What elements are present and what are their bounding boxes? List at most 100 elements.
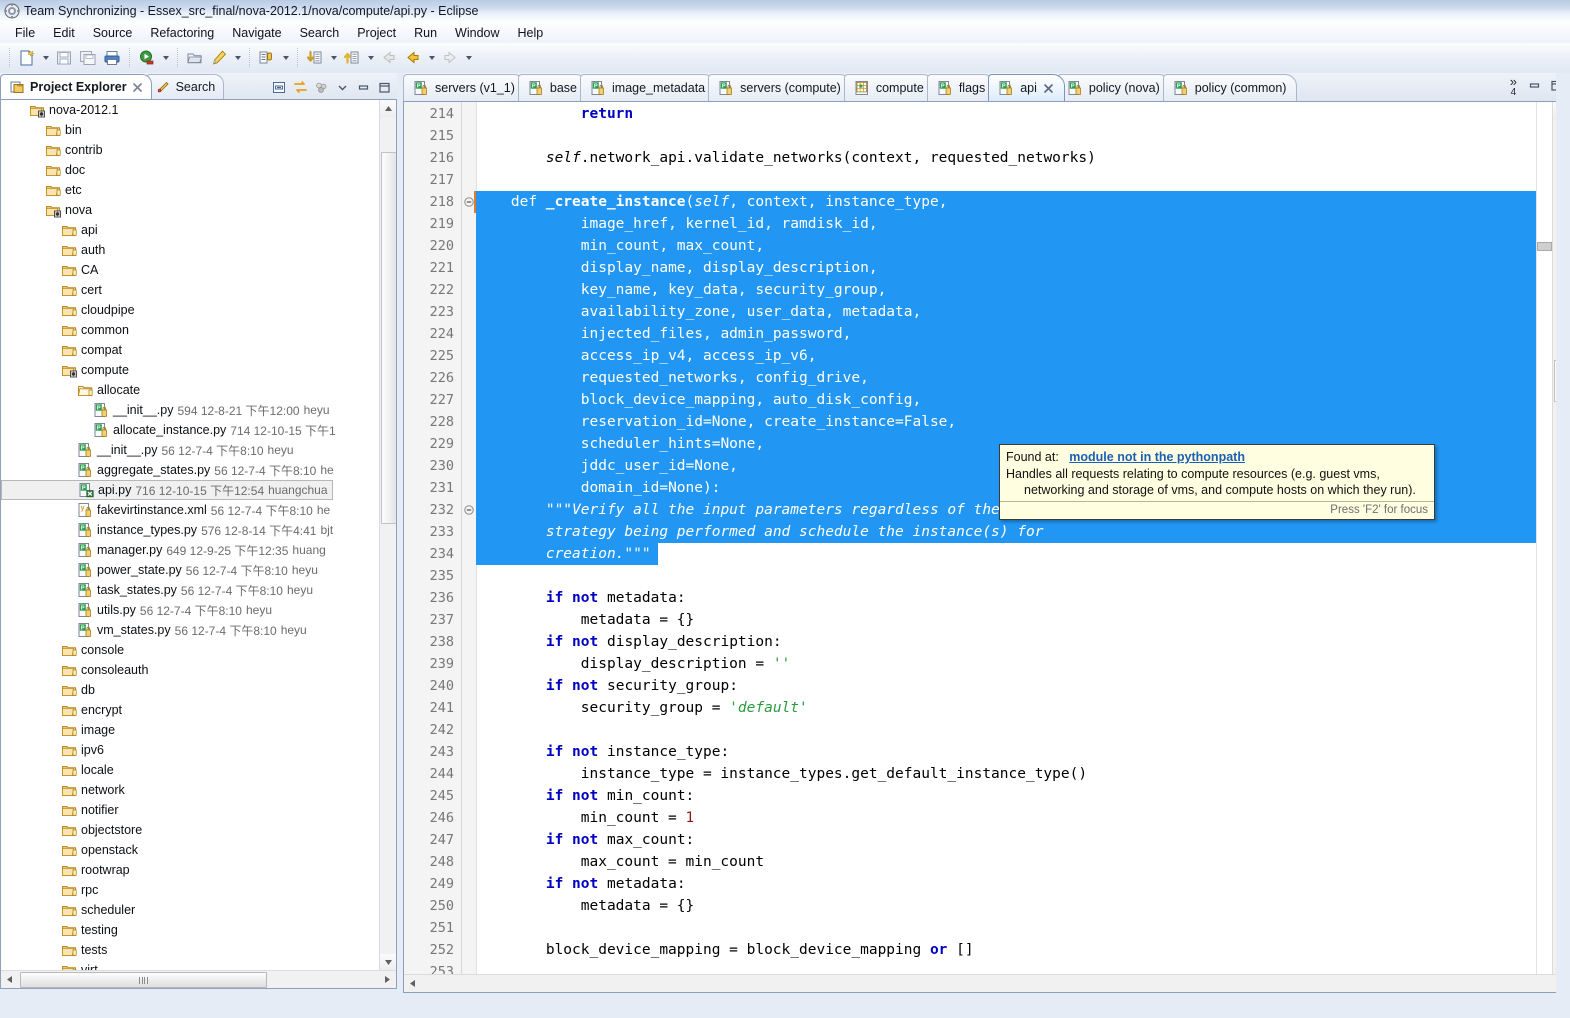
code-line[interactable]: metadata = {}	[476, 895, 1536, 917]
collapse-all-button[interactable]	[270, 78, 289, 97]
overview-marker[interactable]	[1537, 242, 1552, 251]
menu-edit[interactable]: Edit	[44, 24, 84, 42]
code-line[interactable]: reservation_id=None, create_instance=Fal…	[476, 411, 1536, 433]
tree-row[interactable]: consoleauth	[1, 660, 380, 680]
menu-refactoring[interactable]: Refactoring	[141, 24, 223, 42]
tree-row[interactable]: Ptask_states.py 56 12-7-4 下午8:10 heyu	[1, 580, 380, 600]
view-tab-project-explorer[interactable]: Project Explorer	[0, 74, 152, 99]
code-line[interactable]: block_device_mapping, auto_disk_config,	[476, 389, 1536, 411]
tree-row-selected[interactable]: Papi.py 716 12-10-15 下午12:54 huangchua	[1, 480, 333, 500]
scroll-thumb[interactable]	[381, 152, 396, 524]
close-icon[interactable]	[1043, 83, 1054, 94]
new-wizard-button[interactable]	[15, 46, 39, 70]
tree-row[interactable]: P __init__.py 56 12-7-4 下午8:10 heyu	[1, 440, 380, 460]
code-line[interactable]: display_description = ''	[476, 653, 1536, 675]
close-icon[interactable]	[132, 82, 143, 93]
previous-edit-dropdown[interactable]	[364, 46, 377, 70]
code-line[interactable]: security_group = 'default'	[476, 697, 1536, 719]
editor-tab-policy-common-[interactable]: Ppolicy (common)	[1162, 74, 1298, 101]
tree-row[interactable]: db	[1, 680, 380, 700]
tree-row[interactable]: tests	[1, 940, 380, 960]
code-line[interactable]: access_ip_v4, access_ip_v6,	[476, 345, 1536, 367]
tree-row[interactable]: Pvm_states.py 56 12-7-4 下午8:10 heyu	[1, 620, 380, 640]
code-line[interactable]	[476, 961, 1536, 975]
previous-edit-button[interactable]	[340, 46, 364, 70]
code-line[interactable]: self.network_api.validate_networks(conte…	[476, 147, 1536, 169]
tree-row[interactable]: etc	[1, 180, 380, 200]
tree-row[interactable]: cloudpipe	[1, 300, 380, 320]
code-line[interactable]	[476, 125, 1536, 147]
tree-row[interactable]: cert	[1, 280, 380, 300]
editor-tab-image-metadata[interactable]: Pimage_metadata	[580, 74, 717, 101]
overview-ruler[interactable]	[1536, 102, 1553, 975]
tree-row[interactable]: P __init__.py 594 12-8-21 下午12:00 heyu	[1, 400, 380, 420]
tree-row[interactable]: Putils.py 56 12-7-4 下午8:10 heyu	[1, 600, 380, 620]
tree-row[interactable]: allocate	[1, 380, 380, 400]
code-line[interactable]: injected_files, admin_password,	[476, 323, 1536, 345]
tree-row[interactable]: bin	[1, 120, 380, 140]
code-line[interactable]	[476, 169, 1536, 191]
back-button[interactable]	[401, 46, 425, 70]
pythonpath-link[interactable]: module not in the pythonpath	[1069, 450, 1245, 464]
run-button[interactable]	[135, 46, 159, 70]
tree-row[interactable]: common	[1, 320, 380, 340]
editor-tab-api[interactable]: Papi	[988, 74, 1065, 101]
editor-tab-servers-v1-1-[interactable]: Pservers (v1_1)	[403, 74, 526, 101]
tree-row[interactable]: console	[1, 640, 380, 660]
tree-row[interactable]: image	[1, 720, 380, 740]
menu-run[interactable]: Run	[405, 24, 446, 42]
save-all-button[interactable]	[76, 46, 100, 70]
editor-horizontal-scrollbar[interactable]	[404, 974, 1569, 992]
tree-row[interactable]: network	[1, 780, 380, 800]
tree-row[interactable]: doc	[1, 160, 380, 180]
code-line[interactable]: def _create_instance(self, context, inst…	[476, 191, 1536, 213]
source-editor[interactable]: 214 215 216 217 218 219 220 221 222 223 224 225 226 2…	[403, 101, 1570, 993]
tree-row[interactable]: CA	[1, 260, 380, 280]
next-edit-dropdown[interactable]	[327, 46, 340, 70]
code-line[interactable]	[476, 565, 1536, 587]
tree-row[interactable]: testing	[1, 920, 380, 940]
menu-search[interactable]: Search	[291, 24, 349, 42]
fold-toggle[interactable]	[462, 499, 476, 521]
tree-row[interactable]: locale	[1, 760, 380, 780]
tree-row[interactable]: openstack	[1, 840, 380, 860]
editor-tab-base[interactable]: Pbase	[517, 74, 588, 101]
tree-row[interactable]: objectstore	[1, 820, 380, 840]
code-line[interactable]: strategy being performed and schedule th…	[476, 521, 1536, 543]
scroll-track[interactable]	[421, 975, 1569, 992]
external-tools-button[interactable]	[207, 46, 231, 70]
tree-row[interactable]: compute	[1, 360, 380, 380]
scroll-right-button[interactable]	[379, 971, 396, 988]
maximize-view-button[interactable]	[375, 78, 394, 97]
tree-row[interactable]: notifier	[1, 800, 380, 820]
scroll-thumb[interactable]	[20, 972, 267, 988]
menu-navigate[interactable]: Navigate	[223, 24, 290, 42]
editor-tab-compute[interactable]: compute	[843, 74, 935, 101]
tree-row[interactable]: rpc	[1, 880, 380, 900]
tree-row[interactable]: nova-2012.1	[1, 100, 380, 120]
code-line[interactable]: creation."""	[476, 543, 1536, 565]
code-line[interactable]: if not instance_type:	[476, 741, 1536, 763]
forward-dropdown[interactable]	[462, 46, 475, 70]
code-line[interactable]: display_name, display_description,	[476, 257, 1536, 279]
code-line[interactable]: if not metadata:	[476, 587, 1536, 609]
tree-row[interactable]: y fakevirtinstance.xml 56 12-7-4 下午8:10 he	[1, 500, 380, 520]
link-with-editor-button[interactable]	[291, 78, 310, 97]
project-explorer-tree[interactable]: nova-2012.1 bin contrib doc etc nova api auth CA…	[0, 99, 397, 989]
editor-tab-policy-nova-[interactable]: Ppolicy (nova)	[1056, 74, 1171, 101]
tree-row[interactable]: Paggregate_states.py 56 12-7-4 下午8:10 he	[1, 460, 380, 480]
code-line[interactable]: if not min_count:	[476, 785, 1536, 807]
menu-help[interactable]: Help	[509, 24, 553, 42]
tree-row[interactable]: contrib	[1, 140, 380, 160]
tree-row[interactable]: Pmanager.py 649 12-9-25 下午12:35 huang	[1, 540, 380, 560]
scroll-track[interactable]	[18, 971, 379, 988]
minimize-editor-button[interactable]	[1525, 76, 1544, 95]
code-line[interactable]: requested_networks, config_drive,	[476, 367, 1536, 389]
code-line[interactable]: availability_zone, user_data, metadata,	[476, 301, 1536, 323]
code-line[interactable]: block_device_mapping = block_device_mapp…	[476, 939, 1536, 961]
tree-row[interactable]: ipv6	[1, 740, 380, 760]
menu-source[interactable]: Source	[84, 24, 142, 42]
code-line[interactable]: if not metadata:	[476, 873, 1536, 895]
editor-tab-flags[interactable]: Pflags	[926, 74, 997, 101]
tree-row[interactable]: scheduler	[1, 900, 380, 920]
